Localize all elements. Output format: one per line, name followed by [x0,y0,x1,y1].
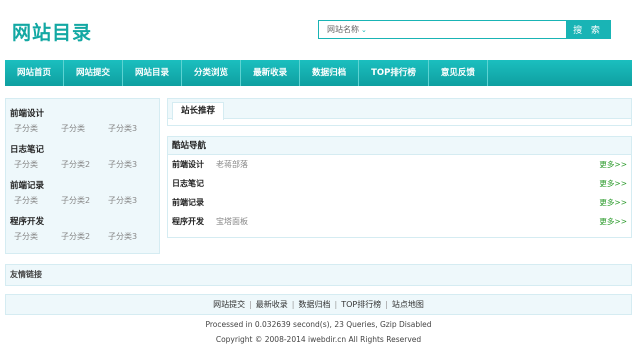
list-item: 前端设计 老蒋部落 更多>> [168,155,631,174]
subcategory-link[interactable]: 子分类 [14,121,61,137]
nav-home[interactable]: 网站首页 [5,60,65,86]
category-title[interactable]: 日志笔记 [10,143,155,157]
footer-link-archive[interactable]: 数据归档 [298,299,330,310]
cool-site-link[interactable] [216,193,599,212]
cool-site-link[interactable] [216,174,599,193]
nav-submit[interactable]: 网站提交 [64,60,124,86]
footer-separator: | [385,300,388,309]
site-logo[interactable]: 网站目录 [12,18,92,45]
subcategory-row: 子分类 子分类2 子分类3 [10,157,155,173]
footer-links: 网站提交 | 最新收录 | 数据归档 | TOP排行榜 | 站点地图 [5,294,632,315]
nav-feedback[interactable]: 意见反馈 [429,60,488,86]
recommend-panel: 站长推荐 [167,98,632,126]
search-input[interactable] [369,21,566,38]
nav-categories[interactable]: 分类浏览 [182,60,242,86]
subcategory-row: 子分类 子分类2 子分类3 [10,193,155,209]
more-link[interactable]: 更多>> [599,155,627,174]
cool-site-link[interactable]: 宝塔面板 [216,212,599,231]
subcategory-link[interactable]: 子分类3 [108,229,155,245]
cool-category[interactable]: 前端设计 [172,155,216,174]
subcategory-link[interactable]: 子分类3 [108,157,155,173]
category-title[interactable]: 程序开发 [10,215,155,229]
subcategory-link[interactable]: 子分类 [61,121,108,137]
cool-category[interactable]: 日志笔记 [172,174,216,193]
nav-archive[interactable]: 数据归档 [300,60,360,86]
chevron-down-icon: ⌄ [361,25,367,34]
cool-category[interactable]: 前端记录 [172,193,216,212]
footer-separator: | [249,300,252,309]
cool-site-link[interactable]: 老蒋部落 [216,155,599,174]
search-button[interactable]: 搜 索 [566,21,610,38]
footer-link-sitemap[interactable]: 站点地图 [392,299,424,310]
subcategory-row: 子分类 子分类 子分类3 [10,121,155,137]
footer-link-top[interactable]: TOP排行榜 [341,299,381,310]
footer-separator: | [291,300,295,309]
processed-info: Processed in 0.032639 second(s), 23 Quer… [205,320,432,329]
copyright: Copyright © 2008-2014 iwebdir.cn All Rig… [215,335,422,344]
tab-recommend[interactable]: 站长推荐 [172,102,225,120]
search-category-select[interactable]: 网站名称 ⌄ [319,21,369,38]
category-title[interactable]: 前端记录 [10,179,155,193]
more-link[interactable]: 更多>> [599,193,627,212]
subcategory-link[interactable]: 子分类 [14,229,61,245]
subcategory-link[interactable]: 子分类 [14,157,61,173]
category-title[interactable]: 前端设计 [10,107,155,121]
cool-category[interactable]: 程序开发 [172,212,216,231]
subcategory-link[interactable]: 子分类2 [61,157,108,173]
footer-separator: | [334,300,338,309]
main-nav: 网站首页 网站提交 网站目录 分类浏览 最新收录 数据归档 TOP排行榜 意见反… [5,60,632,86]
recommend-header: 站长推荐 [168,99,631,120]
footer-link-latest[interactable]: 最新收录 [256,299,288,310]
category-sidebar: 前端设计 子分类 子分类 子分类3 日志笔记 子分类 子分类2 子分类3 前端记… [5,98,160,254]
friend-links-title: 友情链接 [5,264,632,286]
subcategory-link[interactable]: 子分类2 [61,193,108,209]
nav-directory[interactable]: 网站目录 [123,60,183,86]
more-link[interactable]: 更多>> [599,212,627,231]
cool-sites-panel: 酷站导航 前端设计 老蒋部落 更多>> 日志笔记 更多>> 前端记录 更多>> … [167,136,632,238]
footer-link-submit[interactable]: 网站提交 [213,299,245,310]
search-bar: 网站名称 ⌄ 搜 索 [318,20,611,39]
list-item: 日志笔记 更多>> [168,174,631,193]
nav-latest[interactable]: 最新收录 [241,60,301,86]
subcategory-link[interactable]: 子分类3 [108,193,155,209]
subcategory-link[interactable]: 子分类 [14,193,61,209]
more-link[interactable]: 更多>> [599,174,627,193]
cool-sites-title: 酷站导航 [168,137,631,155]
nav-top[interactable]: TOP排行榜 [359,60,429,86]
search-category-label: 网站名称 [327,25,359,34]
subcategory-row: 子分类 子分类2 子分类3 [10,229,155,245]
list-item: 程序开发 宝塔面板 更多>> [168,212,631,231]
list-item: 前端记录 更多>> [168,193,631,212]
subcategory-link[interactable]: 子分类3 [108,121,155,137]
subcategory-link[interactable]: 子分类2 [61,229,108,245]
